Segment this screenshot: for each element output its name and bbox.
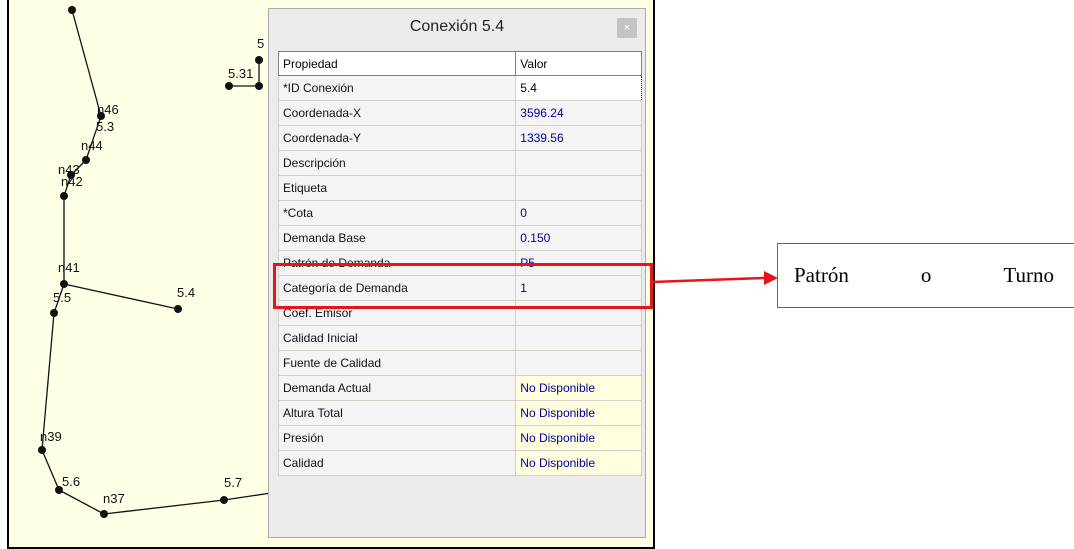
junction-node[interactable]	[220, 496, 228, 504]
property-name: Coordenada-Y	[277, 125, 517, 151]
node-label: 5.3	[96, 119, 114, 134]
property-name: Descripción	[277, 150, 517, 176]
value-cell: No Disponible	[515, 450, 642, 476]
property-name: Fuente de Calidad	[277, 350, 517, 376]
junction-node[interactable]	[38, 446, 46, 454]
property-column-header[interactable]: Propiedad	[277, 51, 517, 76]
property-name: Calidad Inicial	[277, 325, 517, 351]
table-row[interactable]: Demanda Base 0.150	[277, 225, 642, 251]
table-row[interactable]: *ID Conexión 5.4	[277, 75, 642, 101]
junction-node[interactable]	[50, 309, 58, 317]
value-cell[interactable]: 1339.56	[515, 125, 642, 151]
junction-node[interactable]	[225, 82, 233, 90]
junction-node[interactable]	[60, 192, 68, 200]
node-label: n41	[58, 260, 80, 275]
callout-word: Patrón	[794, 263, 849, 287]
value-cell[interactable]	[515, 325, 642, 351]
value-cell[interactable]	[515, 350, 642, 376]
property-name: Demanda Base	[277, 225, 517, 251]
property-name: Altura Total	[277, 400, 517, 426]
junction-node[interactable]	[255, 56, 263, 64]
value-cell[interactable]: 0.150	[515, 225, 642, 251]
table-row[interactable]: Fuente de Calidad	[277, 350, 642, 376]
node-label: 5.5	[53, 290, 71, 305]
highlight-box	[273, 263, 653, 309]
junction-node[interactable]	[100, 510, 108, 518]
callout-word: Turno	[1003, 263, 1054, 287]
table-row[interactable]: Calidad No Disponible	[277, 450, 642, 476]
pipe[interactable]	[71, 9, 102, 117]
property-name: Calidad	[277, 450, 517, 476]
grid-header-row: Propiedad Valor	[277, 51, 642, 76]
node-label: 5	[257, 36, 264, 51]
close-icon[interactable]: ×	[617, 18, 637, 38]
pipe[interactable]	[58, 489, 105, 515]
value-cell[interactable]	[515, 150, 642, 176]
table-row[interactable]: Presión No Disponible	[277, 425, 642, 451]
value-cell: No Disponible	[515, 400, 642, 426]
junction-node[interactable]	[82, 156, 90, 164]
node-label: 5.31	[228, 66, 253, 81]
value-column-header[interactable]: Valor	[515, 51, 642, 76]
dialog-title: Conexión 5.4	[409, 18, 505, 35]
table-row[interactable]: Demanda Actual No Disponible	[277, 375, 642, 401]
callout-word: o	[920, 263, 932, 287]
junction-node[interactable]	[68, 6, 76, 14]
node-label: n44	[81, 138, 103, 153]
table-row[interactable]: Coordenada-X 3596.24	[277, 100, 642, 126]
node-label: n42	[61, 174, 83, 189]
node-label: 5.6	[62, 474, 80, 489]
junction-node[interactable]	[255, 82, 263, 90]
node-label: 5.4	[177, 285, 195, 300]
table-row[interactable]: Calidad Inicial	[277, 325, 642, 351]
pipe[interactable]	[41, 449, 60, 491]
value-cell[interactable]	[515, 175, 642, 201]
value-cell[interactable]: 0	[515, 200, 642, 226]
property-name: Presión	[277, 425, 517, 451]
property-name: Demanda Actual	[277, 375, 517, 401]
pipe[interactable]	[223, 492, 272, 501]
node-label: 5.7	[224, 475, 242, 490]
table-row[interactable]: Altura Total No Disponible	[277, 400, 642, 426]
property-name: Coordenada-X	[277, 100, 517, 126]
table-row[interactable]: *Cota 0	[277, 200, 642, 226]
node-label: n37	[103, 491, 125, 506]
node-label: n46	[97, 102, 119, 117]
junction-node-selected[interactable]	[174, 305, 182, 313]
value-cell[interactable]: 3596.24	[515, 100, 642, 126]
property-name: *ID Conexión	[277, 75, 517, 101]
value-input[interactable]: 5.4	[515, 75, 642, 101]
annotation-callout: Patrón o Turno	[777, 243, 1074, 308]
pipe[interactable]	[63, 283, 179, 310]
table-row[interactable]: Coordenada-Y 1339.56	[277, 125, 642, 151]
junction-node[interactable]	[60, 280, 68, 288]
table-row[interactable]: Etiqueta	[277, 175, 642, 201]
property-name: *Cota	[277, 200, 517, 226]
node-label: n39	[40, 429, 62, 444]
property-name: Etiqueta	[277, 175, 517, 201]
table-row[interactable]: Descripción	[277, 150, 642, 176]
value-cell: No Disponible	[515, 375, 642, 401]
arrow-right-icon	[652, 271, 778, 285]
value-cell: No Disponible	[515, 425, 642, 451]
